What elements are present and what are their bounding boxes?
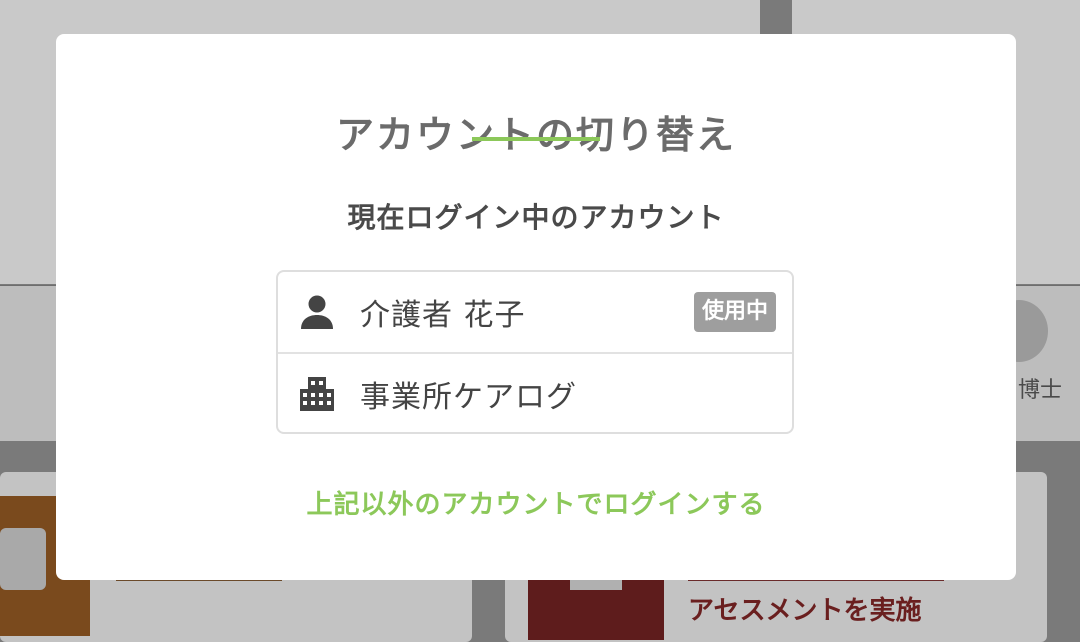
- account-user-name: 介護者 花子: [360, 298, 526, 333]
- building-icon: [300, 377, 334, 411]
- other-account-login-link[interactable]: 上記以外のアカウントでログインする: [56, 484, 1016, 521]
- status-badge: 使用中: [693, 292, 776, 332]
- id-badge-icon: [0, 528, 46, 590]
- current-account-label: 現在ログイン中のアカウント: [347, 201, 725, 234]
- account-row-user[interactable]: 介護者 花子 使用中: [278, 272, 792, 354]
- title-underline: [472, 137, 600, 141]
- person-icon: [301, 295, 333, 329]
- background-tile-title: アセスメントを実施: [688, 596, 922, 626]
- account-office-name: 事業所ケアログ: [360, 380, 577, 415]
- account-switch-modal: アカウントの切り替え 現在ログイン中のアカウント 介護者 花子 使用中 事業所ケ…: [56, 34, 1016, 580]
- background-profile-name: 博士: [1018, 378, 1063, 403]
- account-row-office[interactable]: 事業所ケアログ: [278, 354, 792, 432]
- current-account-list: 介護者 花子 使用中 事業所ケアログ: [276, 270, 794, 434]
- modal-title: アカウントの切り替え: [335, 113, 736, 157]
